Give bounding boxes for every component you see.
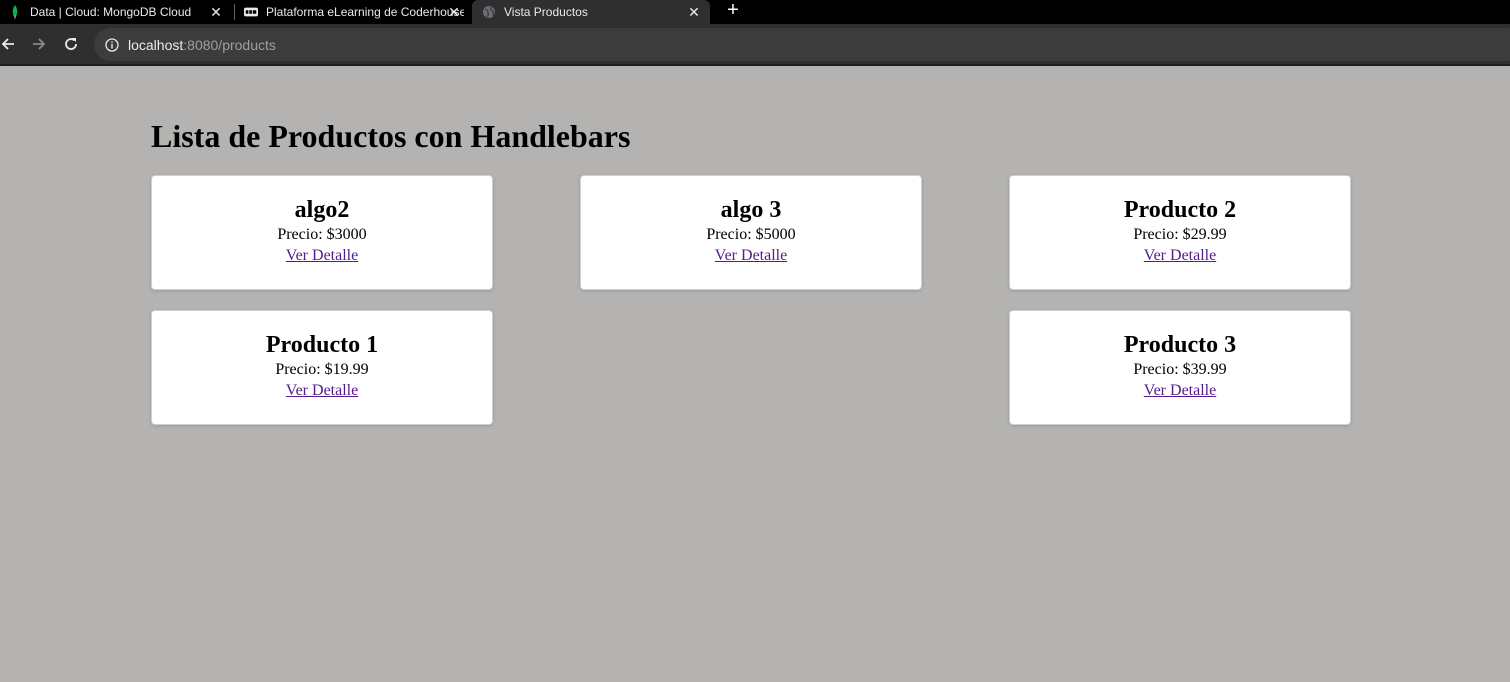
ver-detalle-link[interactable]: Ver Detalle	[1144, 380, 1216, 402]
close-icon[interactable]: ✕	[446, 4, 462, 20]
url-host: localhost	[128, 36, 184, 53]
ver-detalle-link[interactable]: Ver Detalle	[286, 380, 358, 402]
product-card: Producto 2 Precio: $29.99 Ver Detalle	[1009, 175, 1351, 290]
product-card: algo 3 Precio: $5000 Ver Detalle	[580, 175, 922, 290]
info-icon[interactable]	[104, 37, 120, 53]
product-name: algo2	[294, 197, 350, 223]
product-price: Precio: $19.99	[275, 361, 369, 378]
tab-separator	[234, 4, 235, 20]
reload-icon[interactable]	[59, 32, 83, 56]
product-card: algo2 Precio: $3000 Ver Detalle	[151, 175, 493, 290]
product-name: Producto 3	[1123, 332, 1237, 358]
ver-detalle-link[interactable]: Ver Detalle	[1144, 245, 1216, 267]
product-name: Producto 1	[265, 332, 379, 358]
new-tab-icon[interactable]: +	[722, 0, 744, 22]
forward-arrow-icon[interactable]	[27, 32, 51, 56]
close-icon[interactable]: ✕	[208, 4, 224, 20]
url-text: localhost:8080/products	[128, 37, 276, 53]
product-price: Precio: $39.99	[1133, 361, 1227, 378]
ver-detalle-link[interactable]: Ver Detalle	[286, 245, 358, 267]
tab-title: Vista Productos	[504, 5, 588, 19]
mongodb-leaf-icon	[8, 5, 22, 19]
coderhouse-icon	[244, 5, 258, 19]
ver-detalle-link[interactable]: Ver Detalle	[715, 245, 787, 267]
product-name: Producto 2	[1123, 197, 1237, 223]
tab-title: Data | Cloud: MongoDB Cloud	[30, 5, 192, 19]
product-name: algo 3	[720, 197, 782, 223]
product-card: Producto 1 Precio: $19.99 Ver Detalle	[151, 310, 493, 425]
url-path: :8080/products	[183, 36, 276, 53]
page-content: Lista de Productos con Handlebars algo2 …	[0, 68, 1510, 682]
product-price: Precio: $29.99	[1133, 226, 1227, 243]
close-icon[interactable]: ✕	[686, 4, 702, 20]
product-card: Producto 3 Precio: $39.99 Ver Detalle	[1009, 310, 1351, 425]
tab-mongodb[interactable]: Data | Cloud: MongoDB Cloud ✕	[0, 0, 232, 24]
back-arrow-icon[interactable]	[0, 32, 20, 56]
address-bar[interactable]: localhost:8080/products	[94, 28, 1510, 61]
product-price: Precio: $3000	[277, 226, 367, 243]
product-price: Precio: $5000	[706, 226, 796, 243]
browser-toolbar: localhost:8080/products	[0, 24, 1510, 66]
tab-title: Plataforma eLearning de Coderhouse	[266, 5, 464, 19]
page-title: Lista de Productos con Handlebars	[151, 118, 631, 154]
tab-coderhouse[interactable]: Plataforma eLearning de Coderhouse ✕	[240, 0, 470, 24]
tab-strip: Data | Cloud: MongoDB Cloud ✕ Plataforma…	[0, 0, 1510, 24]
tab-vista-productos[interactable]: Vista Productos ✕	[472, 0, 710, 24]
globe-icon	[482, 5, 496, 19]
